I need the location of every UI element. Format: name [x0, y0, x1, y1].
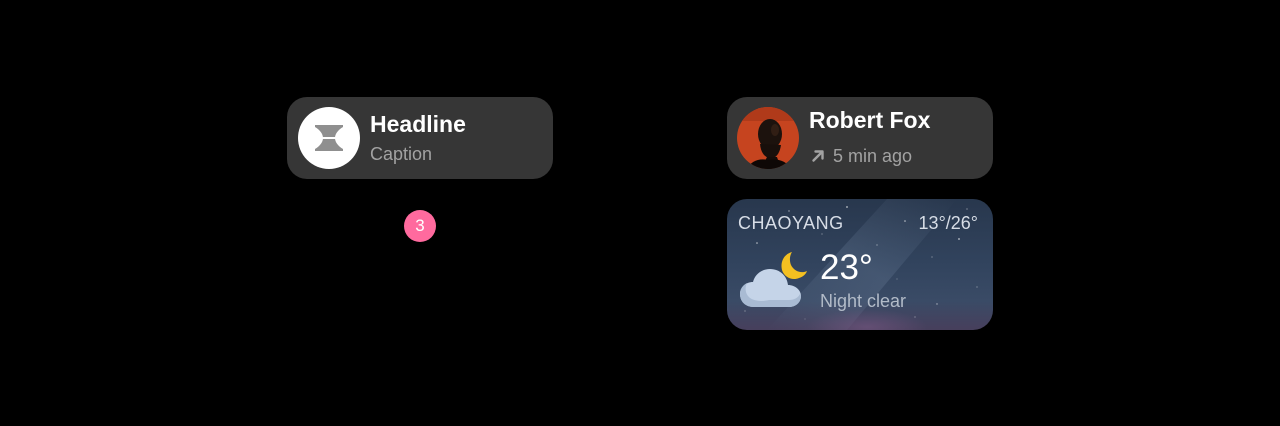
count-badge: 3	[404, 210, 436, 242]
weather-condition: Night clear	[820, 291, 907, 311]
weather-temp-range: 13°/26°	[918, 213, 978, 233]
weather-widget[interactable]: CHAOYANG 13°/26° 23° Night clear	[727, 199, 993, 330]
headline-widget[interactable]: Headline Caption	[287, 97, 553, 179]
widget-caption: Caption	[370, 144, 433, 164]
contact-name: Robert Fox	[809, 107, 931, 133]
widgets-canvas: Headline Caption 3 Robert Fox 5 min ago	[0, 0, 1280, 426]
contact-widget[interactable]: Robert Fox 5 min ago	[727, 97, 993, 179]
weather-city: CHAOYANG	[738, 213, 844, 233]
cloud-moon-icon	[740, 252, 807, 307]
weather-temperature: 23°	[820, 248, 873, 287]
avatar	[737, 107, 799, 169]
contact-status: 5 min ago	[811, 145, 912, 167]
app-logo-icon	[298, 107, 360, 169]
widget-headline: Headline	[370, 111, 466, 137]
contact-time: 5 min ago	[833, 145, 913, 166]
arrow-up-right-icon	[812, 150, 824, 162]
